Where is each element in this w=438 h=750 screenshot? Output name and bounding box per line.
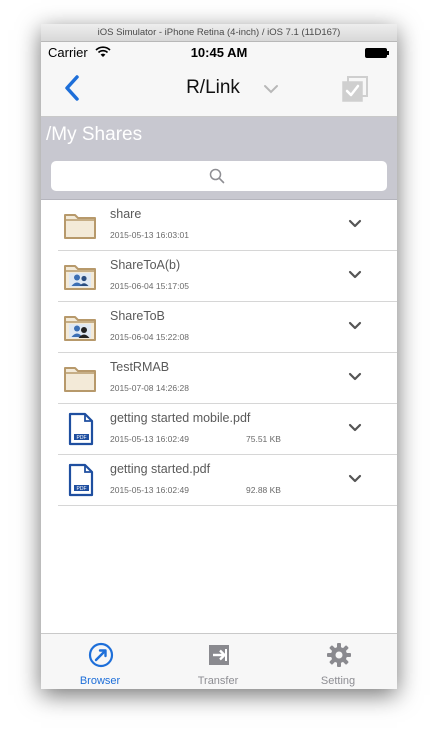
tab-setting[interactable]: Setting [279, 634, 397, 689]
file-name: getting started mobile.pdf [110, 411, 251, 425]
file-name: ShareToA(b) [110, 258, 181, 272]
simulator-window: iOS Simulator - iPhone Retina (4-inch) /… [41, 24, 397, 689]
search-icon [209, 168, 225, 184]
search-input[interactable] [51, 161, 387, 191]
file-list: share 2015-05-13 16:03:01 ShareToA(b) 20… [41, 200, 397, 506]
chevron-down-icon[interactable] [348, 219, 362, 229]
folder-icon [64, 214, 96, 239]
tab-bar: Browser Transfer Setting [41, 633, 397, 689]
file-size: 92.88 KB [246, 485, 281, 495]
transfer-icon [209, 645, 229, 665]
tab-label: Setting [320, 675, 356, 687]
battery-icon [365, 48, 389, 58]
folder-icon [64, 367, 96, 392]
simulator-title: iOS Simulator - iPhone Retina (4-inch) /… [97, 27, 341, 38]
checkbox-select-icon[interactable] [342, 76, 368, 102]
compass-icon [88, 642, 114, 668]
tab-transfer[interactable]: Transfer [159, 634, 277, 689]
file-date: 2015-07-08 14:26:28 [110, 383, 189, 393]
file-name: TestRMAB [110, 360, 170, 374]
list-item[interactable]: share 2015-05-13 16:03:01 [58, 200, 397, 251]
file-name: ShareToB [110, 309, 165, 323]
file-date: 2015-06-04 15:22:08 [110, 332, 189, 342]
chevron-down-icon[interactable] [348, 321, 362, 331]
gear-icon [327, 643, 351, 667]
search-area [41, 153, 397, 200]
shared-folder-icon [64, 265, 96, 290]
chevron-down-icon[interactable] [348, 474, 362, 484]
file-date: 2015-05-13 16:03:01 [110, 230, 189, 240]
file-size: 75.51 KB [246, 434, 281, 444]
list-item[interactable]: PDF getting started mobile.pdf 2015-05-1… [58, 404, 397, 455]
chevron-down-icon[interactable] [348, 372, 362, 382]
status-bar: Carrier 10:45 AM [41, 42, 397, 64]
tab-label: Transfer [197, 675, 239, 687]
pdf-file-icon: PDF [68, 412, 94, 446]
status-time: 10:45 AM [190, 45, 248, 60]
file-date: 2015-05-13 16:02:49 [110, 485, 189, 495]
file-date: 2015-05-13 16:02:49 [110, 434, 189, 444]
svg-text:PDF: PDF [77, 435, 87, 441]
simulator-title-bar: iOS Simulator - iPhone Retina (4-inch) /… [41, 24, 397, 42]
list-item[interactable]: PDF getting started.pdf 2015-05-13 16:02… [58, 455, 397, 506]
file-date: 2015-06-04 15:17:05 [110, 281, 189, 291]
tab-label: Browser [79, 675, 121, 687]
tab-browser[interactable]: Browser [41, 634, 159, 689]
shared-folder-icon [64, 316, 96, 341]
chevron-down-icon[interactable] [263, 84, 279, 94]
file-name: share [110, 207, 142, 221]
path-breadcrumb: /My Shares [41, 117, 397, 153]
svg-text:PDF: PDF [77, 486, 87, 492]
navigation-bar: R/Link [41, 64, 397, 117]
list-item[interactable]: ShareToB 2015-06-04 15:22:08 [58, 302, 397, 353]
nav-title-label: R/Link [186, 77, 240, 98]
list-item[interactable]: TestRMAB 2015-07-08 14:26:28 [58, 353, 397, 404]
list-item[interactable]: ShareToA(b) 2015-06-04 15:17:05 [58, 251, 397, 302]
chevron-down-icon[interactable] [348, 270, 362, 280]
pdf-file-icon: PDF [68, 463, 94, 497]
chevron-down-icon[interactable] [348, 423, 362, 433]
file-name: getting started.pdf [110, 462, 211, 476]
